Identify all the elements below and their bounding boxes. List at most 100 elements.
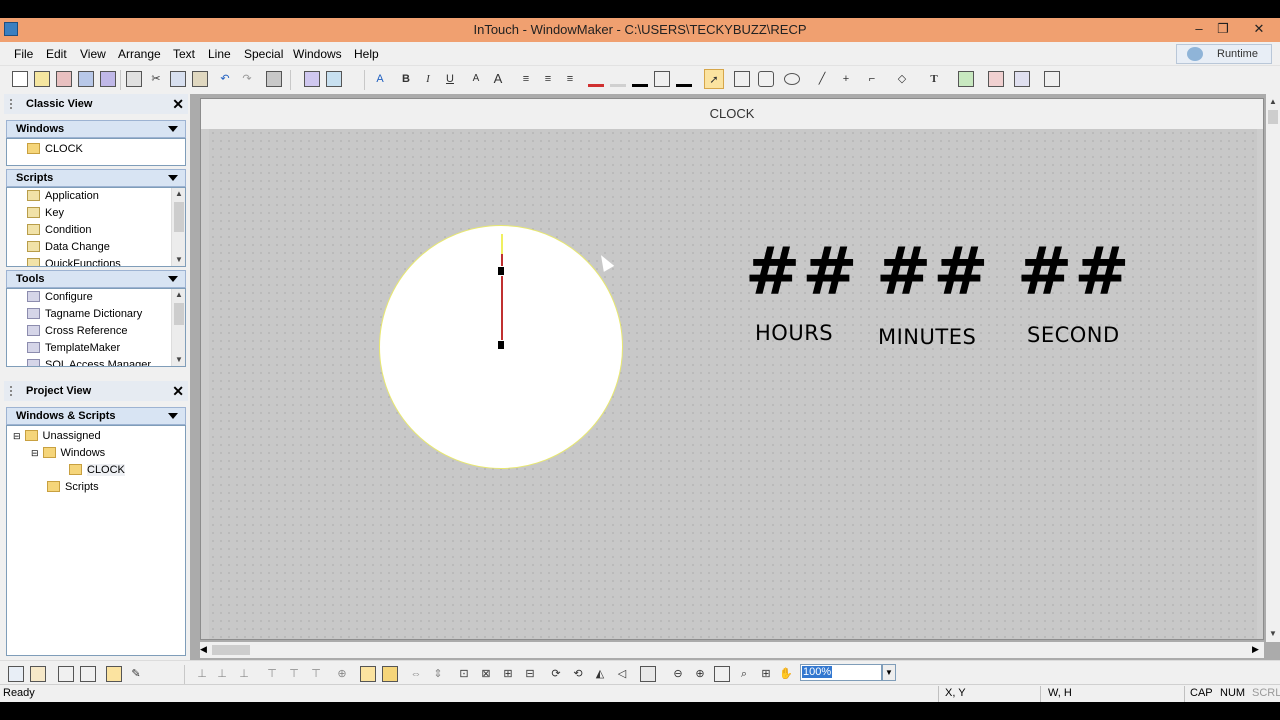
script-item-application[interactable]: Application	[27, 188, 185, 205]
windows-scripts-section-header[interactable]: Windows & Scripts	[6, 407, 186, 425]
zoom-selection-icon[interactable]: ⌕	[736, 666, 752, 682]
collapse-triangle-icon[interactable]	[168, 276, 178, 282]
historical-trend-icon[interactable]	[1014, 71, 1030, 87]
panel-grip[interactable]	[10, 386, 13, 396]
minutes-label[interactable]: MINUTES	[878, 325, 976, 349]
tools-scrollbar[interactable]: ▲ ▼	[171, 289, 185, 366]
zoom-level-select[interactable]: 100%	[800, 664, 882, 681]
tool-item-cross-reference[interactable]: Cross Reference	[27, 323, 185, 340]
tool-item-templatemaker[interactable]: TemplateMaker	[27, 340, 185, 357]
align-left-icon[interactable]: ≡	[518, 71, 534, 87]
scroll-up-icon[interactable]: ▲	[1266, 96, 1280, 108]
scroll-down-icon[interactable]: ▼	[1266, 628, 1280, 640]
menu-edit[interactable]: Edit	[46, 47, 67, 61]
redo-icon[interactable]: ↷	[239, 71, 255, 87]
panel-grip[interactable]	[10, 99, 13, 109]
scroll-thumb[interactable]	[212, 645, 250, 655]
full-screen-icon[interactable]	[58, 666, 74, 682]
minutes-display[interactable]: ##	[876, 237, 991, 307]
tree-node-windows[interactable]: ⊟ Windows	[13, 445, 185, 462]
scroll-left-icon[interactable]: ◀	[200, 644, 207, 655]
close-project-view-icon[interactable]: ✕	[172, 381, 184, 401]
fill-color-icon[interactable]	[610, 71, 626, 87]
copy-icon[interactable]	[170, 71, 186, 87]
window-item-clock[interactable]: CLOCK	[27, 141, 185, 158]
select-pointer-icon[interactable]: ➚	[704, 69, 724, 89]
script-item-key[interactable]: Key	[27, 205, 185, 222]
polyline-tool-icon[interactable]: ⌐	[864, 71, 880, 87]
paste-icon[interactable]	[192, 71, 208, 87]
menu-windows[interactable]: Windows	[293, 47, 342, 61]
align-top-icon[interactable]: ⊤	[264, 666, 280, 682]
menu-arrange[interactable]: Arrange	[118, 47, 161, 61]
break-cell-icon[interactable]: ⊠	[478, 666, 494, 682]
save-all-icon[interactable]	[100, 71, 116, 87]
windows-section-header[interactable]: Windows	[6, 120, 186, 138]
make-symbol-icon[interactable]: ⊞	[500, 666, 516, 682]
scripts-scrollbar[interactable]: ▲ ▼	[171, 188, 185, 266]
scroll-down-icon[interactable]: ▼	[172, 354, 185, 366]
zoom-to-fit-icon[interactable]	[714, 666, 730, 682]
collapse-triangle-icon[interactable]	[168, 126, 178, 132]
substitute-tags-icon[interactable]	[326, 71, 342, 87]
break-symbol-icon[interactable]: ⊟	[522, 666, 538, 682]
clock-face[interactable]	[379, 225, 623, 469]
enlarge-font-icon[interactable]: A	[490, 71, 506, 87]
select-all-icon[interactable]	[126, 71, 142, 87]
window-color-icon[interactable]	[654, 71, 670, 87]
zoom-in-icon[interactable]: ⊕	[692, 666, 708, 682]
scroll-thumb[interactable]	[174, 303, 184, 325]
menu-text[interactable]: Text	[173, 47, 195, 61]
rectangle-tool-icon[interactable]	[734, 71, 750, 87]
align-centers-icon[interactable]: ⊕	[334, 666, 350, 682]
script-item-data-change[interactable]: Data Change	[27, 239, 185, 256]
close-window-icon[interactable]	[56, 71, 72, 87]
bold-icon[interactable]: B	[398, 71, 414, 87]
polygon-tool-icon[interactable]: ◇	[894, 71, 910, 87]
restore-button[interactable]: ❐	[1208, 18, 1238, 42]
collapse-icon[interactable]: ⊟	[31, 448, 39, 458]
hours-label[interactable]: HOURS	[755, 321, 833, 345]
zoom-out-icon[interactable]: ⊖	[670, 666, 686, 682]
rotate-clockwise-icon[interactable]: ⟳	[548, 666, 564, 682]
undo-icon[interactable]: ↶	[217, 71, 233, 87]
seconds-display[interactable]: ##	[1017, 237, 1132, 307]
project-view-toggle-icon[interactable]	[30, 666, 46, 682]
tool-item-configure[interactable]: Configure	[27, 289, 185, 306]
close-button[interactable]: ✕	[1238, 18, 1280, 42]
align-middle-icon[interactable]: ⊤	[286, 666, 302, 682]
underline-icon[interactable]: U	[442, 71, 458, 87]
ruler-icon[interactable]: ✎	[128, 666, 144, 682]
hours-display[interactable]: ##	[745, 237, 860, 307]
script-item-quickfunctions[interactable]: QuickFunctions	[27, 256, 185, 266]
scroll-thumb[interactable]	[174, 202, 184, 232]
animation-links-icon[interactable]	[304, 71, 320, 87]
scroll-down-icon[interactable]: ▼	[172, 254, 185, 266]
line-style-icon[interactable]	[676, 71, 692, 87]
flip-vertical-icon[interactable]: ◁	[614, 666, 630, 682]
canvas-vertical-scrollbar[interactable]: ▲ ▼	[1266, 94, 1280, 642]
tool-item-sql-access-manager[interactable]: SQL Access Manager	[27, 357, 185, 366]
scroll-thumb[interactable]	[1268, 110, 1278, 124]
collapse-triangle-icon[interactable]	[168, 175, 178, 181]
rounded-rectangle-tool-icon[interactable]	[758, 71, 774, 87]
cut-icon[interactable]: ✂	[148, 71, 164, 87]
reduce-font-icon[interactable]: A	[468, 71, 484, 87]
menu-view[interactable]: View	[80, 47, 106, 61]
line-color-icon[interactable]	[588, 71, 604, 87]
hv-line-tool-icon[interactable]: +	[838, 71, 854, 87]
selection-handle[interactable]	[497, 340, 505, 350]
rotate-counterclockwise-icon[interactable]: ⟲	[570, 666, 586, 682]
tools-section-header[interactable]: Tools	[6, 270, 186, 288]
ellipse-tool-icon[interactable]	[784, 73, 800, 85]
text-color-icon[interactable]	[632, 71, 648, 87]
send-to-back-icon[interactable]	[360, 666, 376, 682]
zoom-normal-icon[interactable]: ⊞	[758, 666, 774, 682]
align-center-icon[interactable]: ≡	[540, 71, 556, 87]
align-center-icon[interactable]: ⊥	[214, 666, 230, 682]
scroll-up-icon[interactable]: ▲	[172, 289, 185, 301]
new-icon[interactable]	[12, 71, 28, 87]
align-left-edge-icon[interactable]: ⊥	[194, 666, 210, 682]
scripts-section-header[interactable]: Scripts	[6, 169, 186, 187]
font-icon[interactable]: A	[372, 71, 388, 87]
